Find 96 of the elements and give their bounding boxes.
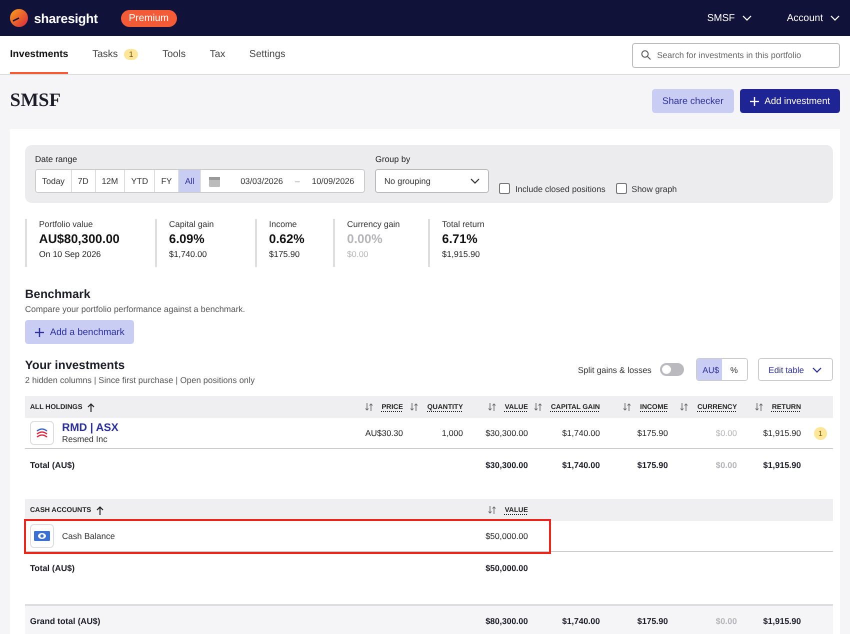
stat-detail: $175.90	[269, 249, 301, 259]
checkbox[interactable]	[499, 183, 510, 194]
toggle-switch[interactable]	[660, 363, 684, 376]
stat-detail: $0.00	[347, 249, 370, 259]
total-cell-text: $0.00	[714, 460, 737, 470]
plus-icon	[35, 328, 44, 336]
menu-dropdown[interactable]: SMSF	[707, 12, 752, 24]
stat-value: 6.71%	[442, 232, 478, 246]
sort-icon[interactable]	[754, 403, 763, 411]
nav-tab[interactable]: Tasks 1	[92, 36, 138, 74]
toggle-label: Split gains & losses	[578, 364, 652, 374]
stat-value: AU$80,300.00	[39, 232, 121, 246]
sort-icon[interactable]	[680, 403, 688, 411]
total-cell-text: $30,300.00	[484, 460, 528, 470]
stat-label: Income	[269, 219, 298, 229]
table-cell-text: $1,915.90	[762, 428, 801, 438]
start-date[interactable]: 03/03/2026	[240, 176, 283, 186]
section-subtitle: 2 hidden columns | Since first purchase | Open positions only	[25, 375, 256, 385]
stat-label: Currency gain	[347, 219, 401, 229]
sort-icon[interactable]	[623, 403, 631, 411]
total-label: Grand total (AU$)	[29, 616, 102, 626]
holding-link[interactable]: RMD | ASX	[62, 422, 118, 434]
total-cell-text: $50,000.00	[484, 563, 528, 573]
total-cell-text: $175.90	[636, 616, 668, 626]
sort-icon[interactable]	[488, 403, 496, 411]
stat-value: 0.00%	[347, 232, 384, 246]
chevron-down-icon	[742, 15, 752, 21]
add-investment-button[interactable]: Add investment	[740, 89, 840, 113]
search-box[interactable]: Search for investments in this portfolio	[632, 42, 840, 68]
period-button[interactable]: Today	[36, 170, 72, 192]
banknote-icon	[30, 524, 54, 548]
period-button[interactable]: All	[178, 170, 202, 192]
table-cell-text: $30,300.00	[484, 428, 528, 438]
sort-ascending-icon[interactable]	[87, 402, 96, 412]
logo-icon[interactable]	[10, 9, 28, 27]
total-cell-text: $1,915.90	[762, 616, 801, 626]
chevron-down-icon	[830, 15, 840, 21]
company-name: Resmed Inc	[62, 434, 108, 444]
stat-value: 6.09%	[169, 232, 206, 246]
stat-value: 0.62%	[269, 232, 306, 246]
add-benchmark-button[interactable]: Add a benchmark	[25, 320, 134, 344]
table-cell-text: AU$30.30	[364, 428, 403, 438]
section-title: Your investments	[25, 358, 126, 372]
share-checker-button[interactable]: Share checker	[652, 89, 734, 113]
search-icon	[641, 50, 651, 60]
company-logo-icon	[30, 421, 54, 445]
calendar-icon[interactable]	[209, 176, 220, 186]
nav-tab[interactable]: Tools	[162, 36, 186, 74]
stat-detail: On 10 Sep 2026	[39, 249, 102, 259]
sort-icon[interactable]	[410, 403, 418, 411]
table-cell-text: $1,740.00	[561, 428, 600, 438]
plan-badge: Premium	[120, 10, 177, 26]
total-label: Total (AU$)	[29, 460, 76, 470]
nav-tab[interactable]: Investments	[10, 36, 68, 74]
total-label: Total (AU$)	[29, 563, 76, 573]
total-cell-text: $175.90	[636, 460, 668, 470]
checkbox[interactable]	[616, 183, 627, 194]
unit-button[interactable]: AU$	[696, 359, 722, 380]
sort-icon[interactable]	[488, 506, 496, 514]
table-cell-text: $0.00	[714, 428, 737, 438]
brand-name[interactable]: sharesight	[34, 10, 98, 26]
total-cell-text: $0.00	[714, 616, 737, 626]
sort-icon[interactable]	[364, 403, 373, 411]
edit-table-button[interactable]: Edit table	[758, 358, 833, 381]
chevron-down-icon	[470, 178, 480, 184]
nav-tab[interactable]: Tax	[210, 36, 226, 74]
field-label: Date range	[35, 154, 78, 164]
total-cell-text: $80,300.00	[484, 616, 528, 626]
end-date[interactable]: 10/09/2026	[312, 176, 354, 186]
page-title: SMSF	[10, 90, 62, 112]
total-cell-text: $1,740.00	[561, 616, 600, 626]
total-cell-text: $1,915.90	[762, 460, 801, 470]
stat-label: Portfolio value	[39, 219, 94, 229]
checkbox-label[interactable]: Include closed positions	[515, 184, 606, 194]
total-cell-text: $1,740.00	[561, 460, 600, 470]
count-badge: 1	[124, 48, 138, 60]
group-by-select[interactable]: No grouping	[375, 169, 490, 193]
table-cell-text: $50,000.00	[484, 531, 528, 541]
table-cell-text: $175.90	[636, 428, 668, 438]
nav-tab[interactable]: Settings	[249, 36, 286, 74]
menu-dropdown[interactable]: Account	[786, 12, 840, 24]
field-label: Group by	[375, 154, 412, 164]
stat-detail: $1,740.00	[169, 249, 208, 259]
date-separator: –	[294, 176, 300, 186]
sort-ascending-icon[interactable]	[96, 506, 104, 514]
chevron-down-icon	[812, 366, 822, 372]
checkbox-label[interactable]: Show graph	[632, 184, 677, 194]
account-name[interactable]: Cash Balance	[62, 531, 115, 541]
section-description: Compare your portfolio performance against a benchmark.	[25, 304, 246, 314]
stat-label: Capital gain	[169, 219, 215, 229]
plus-icon	[750, 96, 759, 106]
stat-label: Total return	[442, 219, 486, 229]
sort-icon[interactable]	[534, 403, 542, 411]
stat-detail: $1,915.90	[442, 249, 481, 259]
section-title: Benchmark	[25, 287, 92, 301]
table-cell-text: 1,000	[440, 428, 463, 438]
